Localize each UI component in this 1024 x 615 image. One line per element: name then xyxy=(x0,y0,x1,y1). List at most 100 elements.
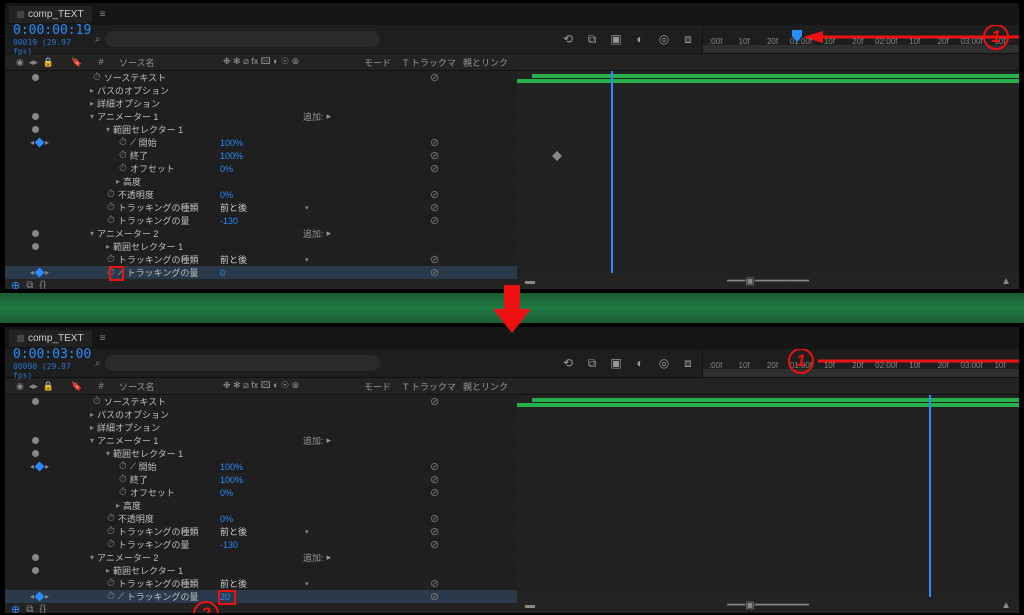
link-icon[interactable]: ⊘ xyxy=(430,71,439,84)
row-animator-2[interactable]: ▾アニメーター 2追加:▸ xyxy=(5,227,517,240)
stopwatch-icon[interactable]: ⏱ xyxy=(107,267,115,278)
value-offset[interactable]: 0% xyxy=(220,164,233,174)
row-end[interactable]: ⏱終了100%⊘ xyxy=(5,149,517,162)
dropdown-icon[interactable]: ▾ xyxy=(305,580,309,588)
add-button[interactable]: 追加:▸ xyxy=(303,227,331,240)
stopwatch-icon[interactable]: ⏱ xyxy=(119,474,127,485)
graph-icon[interactable]: ◎ xyxy=(656,31,672,47)
search-input[interactable] xyxy=(105,355,380,371)
row-track-type[interactable]: ⏱トラッキングの種類前と後▾⊘ xyxy=(5,201,517,214)
stopwatch-icon[interactable]: ⏱ xyxy=(119,461,127,472)
link-icon[interactable]: ⊘ xyxy=(430,162,439,175)
framemix-icon[interactable]: ▣ xyxy=(608,31,624,47)
toggle-transfer-icon[interactable]: ⧉ xyxy=(26,604,33,613)
shy-icon[interactable]: ⟲ xyxy=(560,355,576,371)
cti-head-icon[interactable] xyxy=(791,29,803,41)
row-source-text[interactable]: ⏱ソーステキスト⊘ xyxy=(5,71,517,84)
frame-blend-icon[interactable]: {} xyxy=(39,280,46,289)
search-input[interactable] xyxy=(105,31,380,47)
tab-comp[interactable]: comp_TEXT xyxy=(9,330,92,347)
link-icon[interactable]: ⊘ xyxy=(430,486,439,499)
time-ruler[interactable]: :00f 10f 20f 01:00f 10f 20f 02:00f 10f 2… xyxy=(703,25,1019,53)
row-offset[interactable]: ⏱オフセット0%⊘ xyxy=(5,486,517,499)
value-trackamt2[interactable]: 0 xyxy=(220,268,225,278)
stopwatch-icon[interactable]: ⏱ xyxy=(107,215,115,226)
stopwatch-icon[interactable]: ⏱ xyxy=(107,526,115,537)
stopwatch-icon[interactable]: ⏱ xyxy=(119,137,127,148)
time-ruler[interactable]: :00f 10f 20f 01:00f 10f 20f 02:00f 10f 2… xyxy=(703,349,1019,377)
hideshy-icon[interactable]: ⧉ xyxy=(584,355,600,371)
row-path-options[interactable]: ▸パスのオプション xyxy=(5,84,517,97)
zoom-in-icon[interactable]: ▲ xyxy=(1001,276,1011,287)
stopwatch-icon[interactable]: ⏱ xyxy=(107,189,115,200)
link-icon[interactable]: ⊘ xyxy=(430,590,439,603)
zoom-out-icon[interactable]: ▬ xyxy=(525,600,535,611)
keyframe-icon[interactable] xyxy=(552,151,562,161)
link-icon[interactable]: ⊘ xyxy=(430,538,439,551)
toggle-switches-icon[interactable]: ⊕ xyxy=(11,603,20,613)
row-advanced[interactable]: ▸高度 xyxy=(5,175,517,188)
hideshy-icon[interactable]: ⧉ xyxy=(584,31,600,47)
tab-menu-icon[interactable]: ≡ xyxy=(96,9,110,20)
row-opacity[interactable]: ⏱不透明度0%⊘ xyxy=(5,512,517,525)
motionblur-icon[interactable]: ◐ xyxy=(632,31,648,47)
frame-blend-icon[interactable]: {} xyxy=(39,604,46,613)
keyframe-nav-icon[interactable] xyxy=(35,592,45,602)
framemix-icon[interactable]: ▣ xyxy=(608,355,624,371)
toggle-transfer-icon[interactable]: ⧉ xyxy=(26,280,33,289)
stopwatch-icon[interactable]: ⏱ xyxy=(93,396,101,407)
row-offset[interactable]: ⏱オフセット0%⊘ xyxy=(5,162,517,175)
row-range-selector-1[interactable]: ▾範囲セレクター 1 xyxy=(5,123,517,136)
row-range-selector-2[interactable]: ▸範囲セレクター 1 xyxy=(5,240,517,253)
stopwatch-icon[interactable]: ⏱ xyxy=(107,539,115,550)
row-track-type-2[interactable]: ⏱トラッキングの種類前と後▾⊘ xyxy=(5,253,517,266)
link-icon[interactable]: ⊘ xyxy=(430,577,439,590)
timeline-scrollbar[interactable]: ▬ ━━━▣━━━━━━━━━ ▲ xyxy=(517,597,1019,613)
link-icon[interactable]: ⊘ xyxy=(430,214,439,227)
cti-line[interactable] xyxy=(929,395,931,613)
link-icon[interactable]: ⊘ xyxy=(430,136,439,149)
row-track-amount[interactable]: ⏱トラッキングの量-130⊘ xyxy=(5,538,517,551)
zoom-slider[interactable]: ━━━▣━━━━━━━━━ xyxy=(727,600,809,611)
add-button[interactable]: 追加:▸ xyxy=(303,434,331,447)
cti-line[interactable] xyxy=(611,71,613,289)
tab-comp[interactable]: comp_TEXT xyxy=(9,6,92,23)
row-track-amount-2[interactable]: ◂▸ ⏱ ⟋ トラッキングの量 0 ⊘ xyxy=(5,266,517,279)
stopwatch-icon[interactable]: ⏱ xyxy=(119,150,127,161)
row-opacity[interactable]: ⏱不透明度0%⊘ xyxy=(5,188,517,201)
link-icon[interactable]: ⊘ xyxy=(430,253,439,266)
timeline-body[interactable]: ▬ ━━━▣━━━━━━━━━ ▲ xyxy=(517,395,1019,613)
motionblur-icon[interactable]: ◐ xyxy=(632,355,648,371)
add-button[interactable]: 追加:▸ xyxy=(303,110,331,123)
stopwatch-icon[interactable]: ⏱ xyxy=(119,487,127,498)
keyframe-nav-icon[interactable] xyxy=(35,138,45,148)
keyframe-nav-icon[interactable] xyxy=(35,268,45,278)
dropdown-icon[interactable]: ▾ xyxy=(305,528,309,536)
keyframe-nav-icon[interactable] xyxy=(35,462,45,472)
link-icon[interactable]: ⊘ xyxy=(430,188,439,201)
value-trackamt2[interactable]: 20 xyxy=(220,592,230,602)
row-track-amount-2[interactable]: ◂▸ ⏱⟋ トラッキングの量 20 ⊘ xyxy=(5,590,517,603)
row-range-selector-1[interactable]: ▾範囲セレクター 1 xyxy=(5,447,517,460)
stopwatch-icon[interactable]: ⏱ xyxy=(107,591,115,602)
timecode-block[interactable]: 0:00:00:19 00019 (29.97 fps) xyxy=(5,25,89,53)
tab-menu-icon[interactable]: ≡ xyxy=(96,333,110,344)
link-icon[interactable]: ⊘ xyxy=(430,149,439,162)
graph-icon[interactable]: ◎ xyxy=(656,355,672,371)
row-path-options[interactable]: ▸パスのオプション xyxy=(5,408,517,421)
timeline-scrollbar[interactable]: ▬ ━━━▣━━━━━━━━━ ▲ xyxy=(517,273,1019,289)
stopwatch-icon[interactable]: ⏱ xyxy=(107,202,115,213)
row-track-type[interactable]: ⏱トラッキングの種類前と後▾⊘ xyxy=(5,525,517,538)
row-track-type-2[interactable]: ⏱トラッキングの種類前と後▾⊘ xyxy=(5,577,517,590)
row-range-selector-2[interactable]: ▸範囲セレクター 1 xyxy=(5,564,517,577)
row-advanced[interactable]: ▸高度 xyxy=(5,499,517,512)
toggle-switches-icon[interactable]: ⊕ xyxy=(11,279,20,289)
row-start[interactable]: ◂▸⏱⟋ 開始100%⊘ xyxy=(5,460,517,473)
row-end[interactable]: ⏱終了100%⊘ xyxy=(5,473,517,486)
link-icon[interactable]: ⊘ xyxy=(430,512,439,525)
value-end[interactable]: 100% xyxy=(220,151,243,161)
render-icon[interactable]: ⧈ xyxy=(680,355,696,371)
add-button[interactable]: 追加:▸ xyxy=(303,551,331,564)
value-tracktype[interactable]: 前と後 xyxy=(220,201,247,214)
row-animator-1[interactable]: ▾アニメーター 1追加:▸ xyxy=(5,434,517,447)
